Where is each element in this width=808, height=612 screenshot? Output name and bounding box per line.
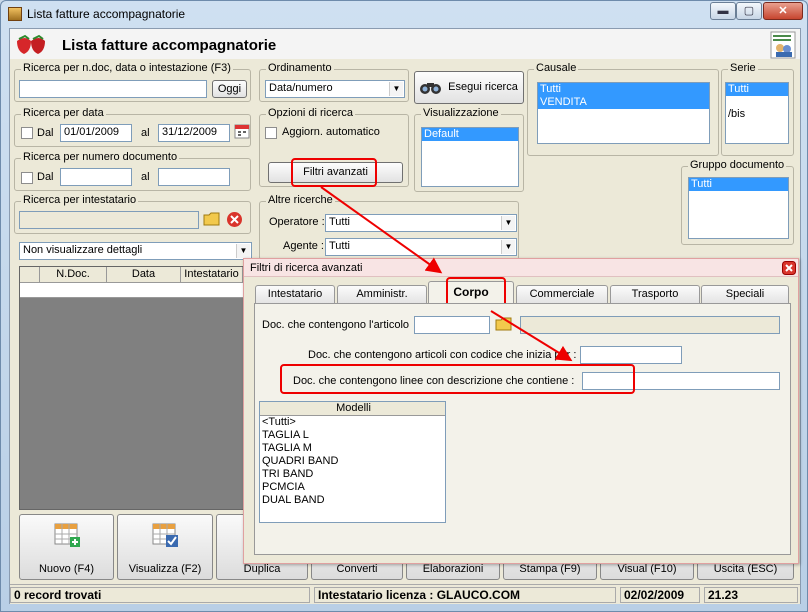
app-window: Lista fatture accompagnatorie ▬ ▢ ✕ List… bbox=[0, 0, 808, 612]
arrow bbox=[490, 310, 573, 362]
annotation-arrows bbox=[320, 186, 573, 362]
arrow bbox=[320, 186, 443, 274]
